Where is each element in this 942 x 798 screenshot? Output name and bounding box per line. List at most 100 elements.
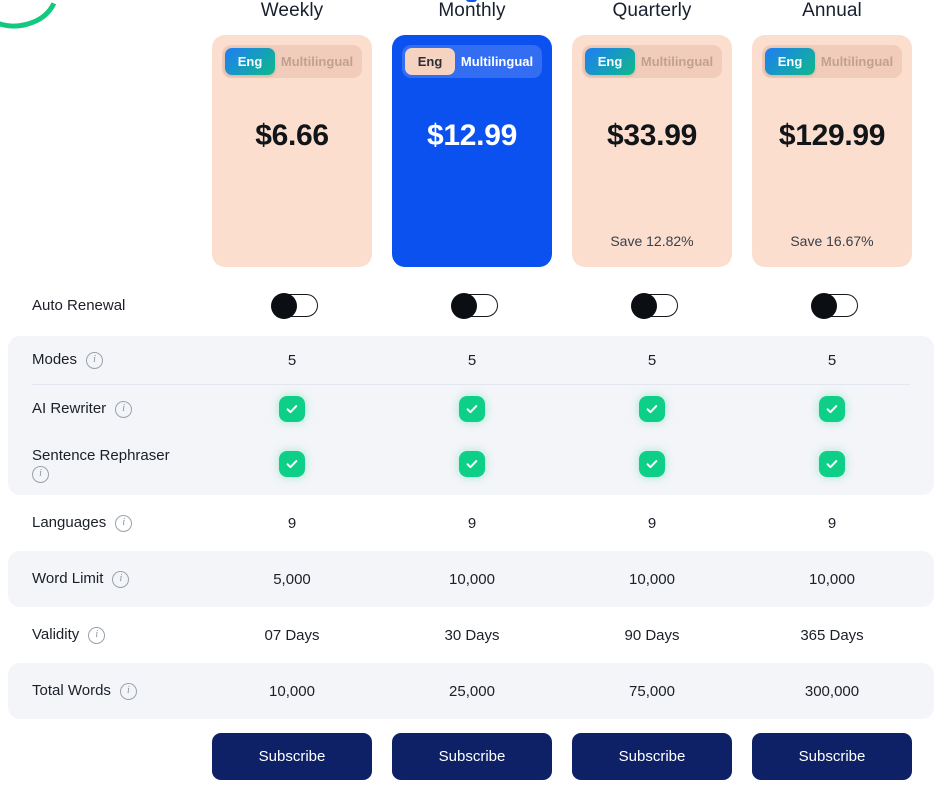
language-switch[interactable]: Eng Multilingual — [222, 45, 362, 78]
auto-renewal-row: Auto Renewal — [0, 282, 942, 334]
plan-column-annual: Annual Eng Multilingual $129.99 Save 16.… — [752, 0, 912, 267]
feature-label-cell: Modes i — [32, 336, 232, 384]
check-icon — [459, 396, 485, 422]
feature-comparison-table: Modes i 5 5 5 5 AI Rewriter i — [8, 336, 934, 719]
subscribe-button-monthly[interactable]: Subscribe — [392, 733, 552, 780]
table-row: Total Words i 10,000 25,000 75,000 300,0… — [8, 663, 934, 719]
feature-value-weekly — [212, 385, 372, 433]
toggle-knob — [271, 293, 297, 319]
info-icon[interactable]: i — [120, 683, 137, 700]
info-icon[interactable]: i — [112, 571, 129, 588]
feature-band-word-limit: Word Limit i 5,000 10,000 10,000 10,000 — [8, 551, 934, 607]
plan-title: Weekly — [212, 0, 372, 26]
check-icon — [639, 451, 665, 477]
toggle-knob — [631, 293, 657, 319]
plan-savings: Save 12.82% — [572, 233, 732, 249]
table-row: Languages i 9 9 9 9 — [8, 495, 934, 551]
language-switch[interactable]: Eng Multilingual — [762, 45, 902, 78]
feature-value-weekly: 10,000 — [212, 663, 372, 719]
feature-value-quarterly: 10,000 — [572, 551, 732, 607]
plan-title: Quarterly — [572, 0, 732, 26]
table-row: Modes i 5 5 5 5 — [8, 336, 934, 384]
feature-label-cell: Total Words i — [32, 663, 232, 719]
feature-value-annual: 10,000 — [752, 551, 912, 607]
subscribe-button-quarterly[interactable]: Subscribe — [572, 733, 732, 780]
feature-band-total-words: Total Words i 10,000 25,000 75,000 300,0… — [8, 663, 934, 719]
feature-value-monthly: 10,000 — [392, 551, 552, 607]
feature-label-cell: Validity i — [32, 607, 232, 663]
plan-title: Monthly — [392, 0, 552, 26]
subscribe-button-annual[interactable]: Subscribe — [752, 733, 912, 780]
language-option-multilingual[interactable]: Multilingual — [635, 48, 719, 75]
feature-value-annual — [752, 433, 912, 495]
feature-value-quarterly: 90 Days — [572, 607, 732, 663]
feature-value-weekly: 07 Days — [212, 607, 372, 663]
feature-value-annual: 9 — [752, 495, 912, 551]
feature-value-weekly — [212, 433, 372, 495]
feature-value-monthly: 25,000 — [392, 663, 552, 719]
subscribe-button-weekly[interactable]: Subscribe — [212, 733, 372, 780]
info-icon[interactable]: i — [86, 352, 103, 369]
auto-renewal-toggle-quarterly[interactable] — [634, 294, 678, 317]
feature-value-monthly — [392, 433, 552, 495]
language-option-eng[interactable]: Eng — [765, 48, 815, 75]
plan-price: $129.99 — [752, 119, 912, 153]
language-option-eng[interactable]: Eng — [405, 48, 455, 75]
table-row: Sentence Rephraser i — [8, 433, 934, 495]
language-switch[interactable]: Eng Multilingual — [402, 45, 542, 78]
feature-value-annual: 5 — [752, 336, 912, 384]
table-row: Word Limit i 5,000 10,000 10,000 10,000 — [8, 551, 934, 607]
plan-card-monthly[interactable]: Eng Multilingual $12.99 — [392, 35, 552, 267]
toggle-knob — [451, 293, 477, 319]
auto-renewal-toggle-monthly[interactable] — [454, 294, 498, 317]
plan-price: $12.99 — [392, 119, 552, 153]
subscribe-button-row: Subscribe Subscribe Subscribe Subscribe — [0, 733, 942, 783]
plan-column-monthly: Monthly Eng Multilingual $12.99 — [392, 0, 552, 267]
feature-value-quarterly: 5 — [572, 336, 732, 384]
feature-value-monthly: 9 — [392, 495, 552, 551]
feature-band-one: Modes i 5 5 5 5 AI Rewriter i — [8, 336, 934, 495]
language-option-eng[interactable]: Eng — [585, 48, 635, 75]
language-switch[interactable]: Eng Multilingual — [582, 45, 722, 78]
feature-value-quarterly: 75,000 — [572, 663, 732, 719]
plan-card-weekly[interactable]: Eng Multilingual $6.66 — [212, 35, 372, 267]
plan-savings: Save 16.67% — [752, 233, 912, 249]
feature-value-monthly: 5 — [392, 336, 552, 384]
feature-value-weekly: 9 — [212, 495, 372, 551]
feature-value-annual — [752, 385, 912, 433]
info-icon[interactable]: i — [115, 401, 132, 418]
auto-renewal-toggle-weekly[interactable] — [274, 294, 318, 317]
feature-value-quarterly: 9 — [572, 495, 732, 551]
plan-card-quarterly[interactable]: Eng Multilingual $33.99 Save 12.82% — [572, 35, 732, 267]
language-option-multilingual[interactable]: Multilingual — [455, 48, 539, 75]
check-icon — [819, 396, 845, 422]
feature-label: Languages — [32, 513, 106, 533]
feature-label: AI Rewriter — [32, 399, 106, 419]
feature-value-weekly: 5 — [212, 336, 372, 384]
plan-column-weekly: Weekly Eng Multilingual $6.66 — [212, 0, 372, 267]
language-option-multilingual[interactable]: Multilingual — [815, 48, 899, 75]
plan-card-annual[interactable]: Eng Multilingual $129.99 Save 16.67% — [752, 35, 912, 267]
auto-renewal-toggle-annual[interactable] — [814, 294, 858, 317]
feature-value-monthly — [392, 385, 552, 433]
feature-label: Sentence Rephraser — [32, 446, 170, 466]
language-option-multilingual[interactable]: Multilingual — [275, 48, 359, 75]
info-icon[interactable]: i — [88, 627, 105, 644]
plan-price: $6.66 — [212, 119, 372, 153]
plan-cards: Weekly Eng Multilingual $6.66 Monthly En… — [0, 0, 942, 278]
feature-label-cell: Sentence Rephraser i — [32, 433, 232, 495]
plan-column-quarterly: Quarterly Eng Multilingual $33.99 Save 1… — [572, 0, 732, 267]
feature-value-annual: 365 Days — [752, 607, 912, 663]
table-row: Validity i 07 Days 30 Days 90 Days 365 D… — [8, 607, 934, 663]
info-icon[interactable]: i — [115, 515, 132, 532]
check-icon — [279, 396, 305, 422]
feature-value-annual: 300,000 — [752, 663, 912, 719]
feature-label: Modes — [32, 350, 77, 370]
check-icon — [459, 451, 485, 477]
auto-renewal-label: Auto Renewal — [32, 297, 125, 314]
feature-value-weekly: 5,000 — [212, 551, 372, 607]
feature-label-cell: AI Rewriter i — [32, 385, 232, 433]
language-option-eng[interactable]: Eng — [225, 48, 275, 75]
feature-label: Total Words — [32, 681, 111, 701]
info-icon[interactable]: i — [32, 466, 49, 483]
